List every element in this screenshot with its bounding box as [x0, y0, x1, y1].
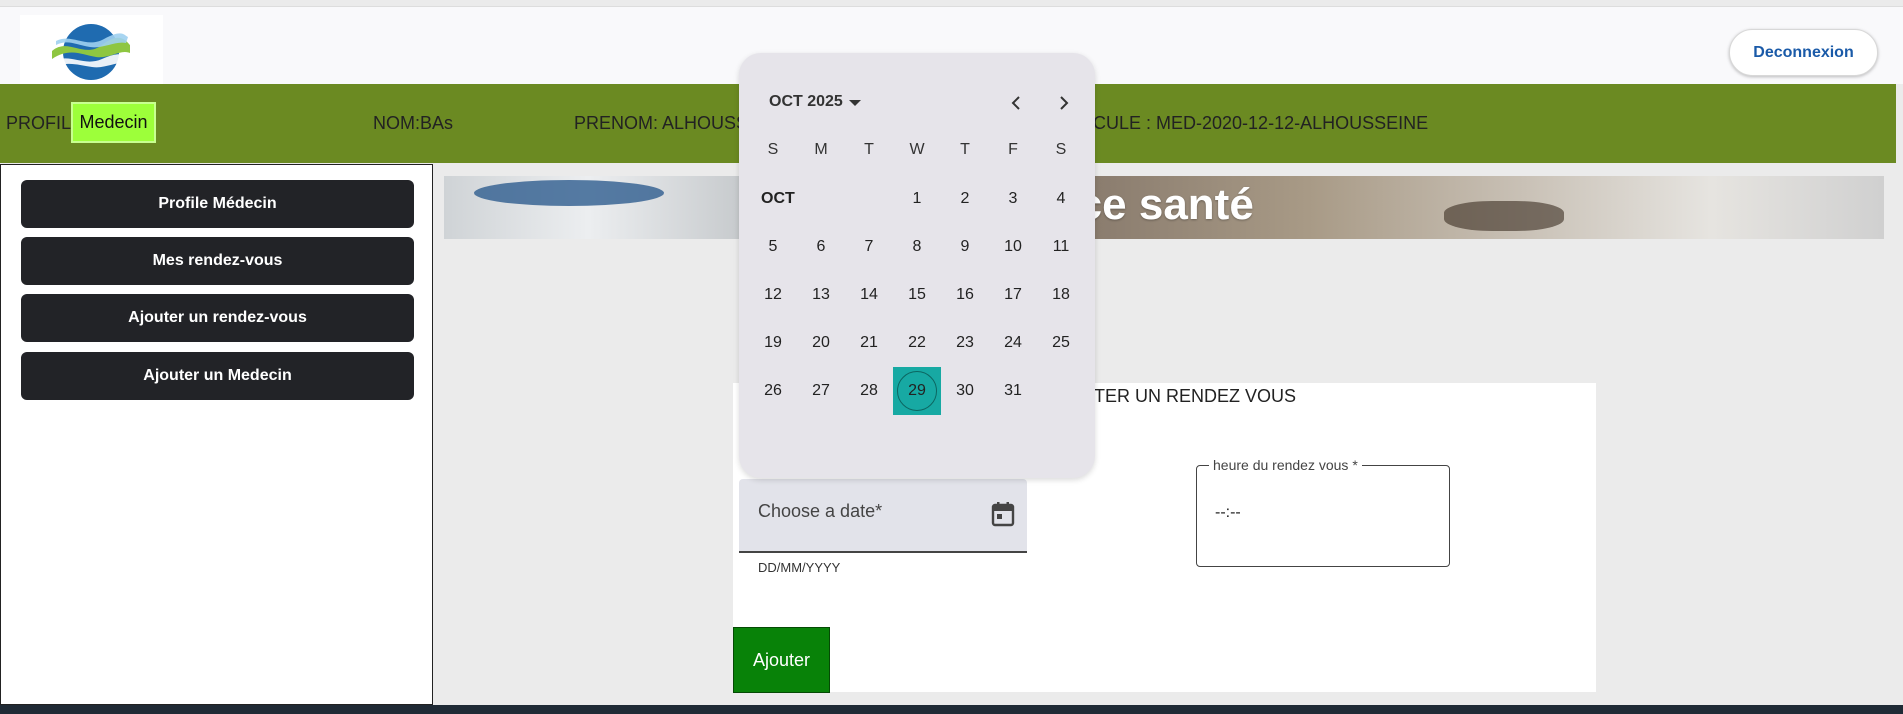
- chevron-left-icon[interactable]: [1002, 89, 1030, 117]
- wave-logo-icon: [52, 24, 130, 80]
- time-input[interactable]: heure du rendez vous * --:--: [1196, 457, 1450, 567]
- calendar-day[interactable]: 24: [989, 319, 1037, 367]
- footer: [0, 705, 1903, 714]
- month-year-selector[interactable]: OCT 2025: [769, 93, 861, 111]
- calendar-day[interactable]: 3: [989, 175, 1037, 223]
- logo[interactable]: [20, 15, 163, 89]
- weekday-header: S: [767, 141, 779, 158]
- calendar-day[interactable]: 10: [989, 223, 1037, 271]
- calendar-day[interactable]: 13: [797, 271, 845, 319]
- calendar-day[interactable]: 27: [797, 367, 845, 415]
- nom-label: NOM:BAs: [373, 113, 454, 133]
- chevron-right-icon[interactable]: [1050, 89, 1078, 117]
- time-value: --:--: [1215, 504, 1241, 521]
- submit-button[interactable]: Ajouter: [733, 627, 830, 693]
- calendar-day[interactable]: 7: [845, 223, 893, 271]
- calendar-day[interactable]: 31: [989, 367, 1037, 415]
- calendar-day[interactable]: 9: [941, 223, 989, 271]
- weekday-header: T: [864, 141, 874, 158]
- sidebar-item-profile-medecin[interactable]: Profile Médecin: [21, 180, 414, 228]
- calendar-day[interactable]: 22: [893, 319, 941, 367]
- banner-image-detail: [1444, 201, 1564, 231]
- calendar-day[interactable]: 4: [1037, 175, 1085, 223]
- logout-button[interactable]: Deconnexion: [1729, 29, 1878, 76]
- calendar-day[interactable]: 19: [749, 319, 797, 367]
- calendar-day[interactable]: 11: [1037, 223, 1085, 271]
- calendar-day[interactable]: 18: [1037, 271, 1085, 319]
- sidebar-item-ajouter-medecin[interactable]: Ajouter un Medecin: [21, 352, 414, 400]
- weekday-header: W: [909, 141, 925, 158]
- calendar-day[interactable]: 14: [845, 271, 893, 319]
- calendar-day[interactable]: 28: [845, 367, 893, 415]
- weekday-header: S: [1055, 141, 1067, 158]
- calendar-day[interactable]: 12: [749, 271, 797, 319]
- datepicker-popup: OCT 2025 S M T W T F S OCT 1 2 3 4 5 6 7 8 9 10 11 12 13 14 15…: [739, 53, 1095, 478]
- sidebar-item-ajouter-rendez-vous[interactable]: Ajouter un rendez-vous: [21, 294, 414, 342]
- calendar-day[interactable]: 25: [1037, 319, 1085, 367]
- calendar-icon[interactable]: [991, 501, 1015, 532]
- welcome-banner: ns votre espace santé: [444, 176, 1884, 239]
- banner-image-detail: [474, 180, 664, 206]
- calendar-day[interactable]: 8: [893, 223, 941, 271]
- caret-down-icon: [848, 100, 861, 106]
- date-input[interactable]: Choose a date*: [739, 479, 1027, 553]
- calendar-day[interactable]: 6: [797, 223, 845, 271]
- prenom-label: PRENOM: ALHOUSSE: [574, 113, 761, 133]
- month-short-label: OCT: [761, 190, 795, 207]
- profil-badge: Medecin: [71, 102, 156, 143]
- calendar-day[interactable]: 23: [941, 319, 989, 367]
- profil-label: PROFIL:: [6, 113, 77, 133]
- calendar-day[interactable]: 1: [893, 175, 941, 223]
- weekday-header: T: [960, 141, 970, 158]
- calendar-day-selected[interactable]: 29: [893, 367, 941, 415]
- calendar-day[interactable]: 21: [845, 319, 893, 367]
- date-placeholder: Choose a date*: [758, 501, 883, 521]
- calendar-day[interactable]: 17: [989, 271, 1037, 319]
- calendar-day[interactable]: 16: [941, 271, 989, 319]
- matricule-label: ICULE : MED-2020-12-12-ALHOUSSEINE: [1088, 113, 1429, 133]
- weekday-header: M: [814, 141, 828, 158]
- calendar-day[interactable]: 30: [941, 367, 989, 415]
- weekday-header: F: [1008, 141, 1018, 158]
- form-title: UTER UN RENDEZ VOUS: [1081, 386, 1297, 406]
- calendar-day[interactable]: 5: [749, 223, 797, 271]
- calendar-day[interactable]: 2: [941, 175, 989, 223]
- date-format-hint: DD/MM/YYYY: [758, 560, 841, 575]
- calendar-day[interactable]: 15: [893, 271, 941, 319]
- month-year-label: OCT 2025: [769, 93, 843, 110]
- sidebar: Profile Médecin Mes rendez-vous Ajouter …: [0, 164, 433, 705]
- sidebar-item-mes-rendez-vous[interactable]: Mes rendez-vous: [21, 237, 414, 285]
- calendar-day[interactable]: 20: [797, 319, 845, 367]
- calendar-day[interactable]: 26: [749, 367, 797, 415]
- time-field-label: heure du rendez vous *: [1209, 457, 1362, 473]
